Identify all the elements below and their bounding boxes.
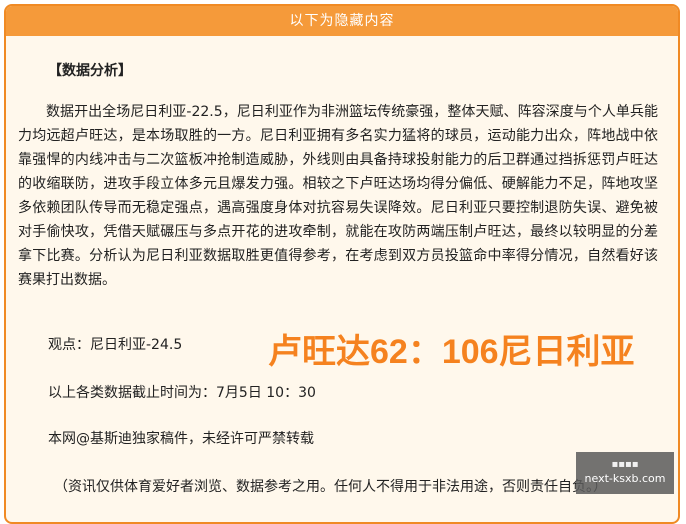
cutoff-time-text: 以上各类数据截止时间为：7月5日 10：30 bbox=[48, 385, 316, 401]
site-watermark[interactable]: ▪▪▪▪ next-ksxb.com bbox=[576, 452, 674, 494]
hidden-content-header: 以下为隐藏内容 bbox=[6, 6, 678, 36]
section-title: 【数据分析】 bbox=[48, 63, 132, 79]
viewpoint-text: 观点：尼日利亚-24.5 bbox=[48, 337, 183, 353]
disclaimer-text: （资讯仅供体育爱好者浏览、数据参考之用。任何人不得用于非法用途，否则责任自负。） bbox=[54, 479, 607, 495]
watermark-site-text: next-ksxb.com bbox=[584, 472, 666, 485]
score-overlay: 卢旺达62：106尼日利亚 bbox=[268, 333, 635, 371]
copyright-text: 本网@基斯迪独家稿件，未经许可严禁转载 bbox=[48, 431, 314, 447]
watermark-logo-icon: ▪▪▪▪ bbox=[611, 459, 639, 470]
analysis-paragraph: 数据开出全场尼日利亚-22.5，尼日利亚作为非洲篮坛传统豪强，整体天赋、阵容深度… bbox=[18, 104, 658, 288]
